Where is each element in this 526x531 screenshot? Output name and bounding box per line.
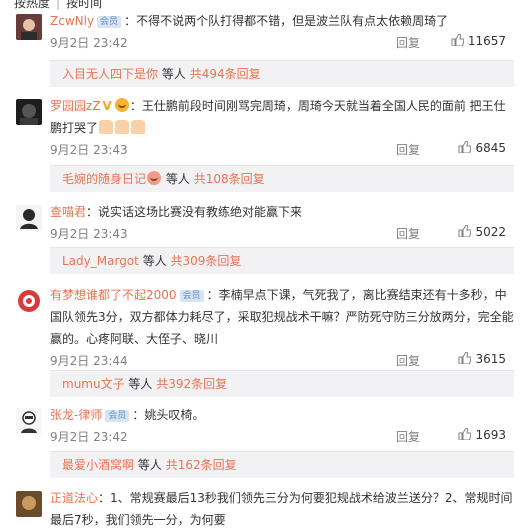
- vip-badge-icon: 会员: [97, 16, 122, 28]
- sub-reply-mid: 等人: [142, 254, 167, 268]
- sub-reply-count[interactable]: 共108条回复: [194, 172, 265, 186]
- vip-badge-icon: 会员: [179, 290, 204, 302]
- thumbs-up-icon: [458, 141, 472, 153]
- like-count: 5022: [475, 225, 506, 239]
- comment-time: 9月2日 23:43: [50, 143, 128, 157]
- sort-tabs: 按热度 | 按时间: [14, 0, 102, 10]
- comment-username[interactable]: 罗园园zZ: [50, 99, 101, 113]
- thumbs-up-icon: [458, 225, 472, 237]
- comment-content: ：姚头叹椅。: [132, 408, 205, 422]
- sub-reply-mid: 等人: [161, 67, 186, 81]
- comment-text: ZcwNly 会员 ：不得不说两个队打得都不错，但是波兰队有点太依赖周琦了: [50, 10, 516, 32]
- sub-replies[interactable]: mumu文子 等人 共392条回复: [50, 370, 514, 397]
- sub-reply-user[interactable]: Lady_Margot: [62, 254, 139, 268]
- reply-button[interactable]: 回复: [396, 428, 420, 445]
- like-count: 11657: [467, 34, 506, 48]
- comment-text: 张龙-律师 会员 ：姚头叹椅。: [50, 404, 516, 426]
- sort-time-tab[interactable]: 按时间: [66, 0, 102, 10]
- avatar[interactable]: [16, 99, 42, 125]
- verified-icon: V: [102, 99, 112, 113]
- sub-reply-count[interactable]: 共162条回复: [166, 458, 237, 472]
- sub-reply-user[interactable]: 毛婉的随身日记: [62, 172, 146, 186]
- avatar[interactable]: [16, 14, 42, 40]
- comment-username[interactable]: 张龙-律师: [50, 408, 102, 422]
- like-button[interactable]: 6845: [458, 141, 506, 155]
- like-button[interactable]: 11657: [451, 34, 506, 48]
- vip-badge-icon: 会员: [105, 410, 130, 422]
- comment-username[interactable]: ZcwNly: [50, 14, 94, 28]
- comment-text: 有梦想谁都了不起2000 会员 ：李楠早点下课，气死我了，离比赛结束还有十多秒，中国…: [50, 284, 516, 350]
- comment-meta: 9月2日 23:44 回复 3615: [50, 350, 516, 372]
- comment-username[interactable]: 有梦想谁都了不起2000: [50, 288, 177, 302]
- emoji-icon: [114, 98, 129, 112]
- comment-text: 罗园园zZ V ：王仕鹏前段时间刚骂完周琦，周琦今天就当着全国人民的面前 把王仕鹏打…: [50, 95, 516, 139]
- reply-button[interactable]: 回复: [396, 225, 420, 242]
- comment-time: 9月2日 23:42: [50, 430, 128, 444]
- reply-button[interactable]: 回复: [396, 141, 420, 158]
- avatar[interactable]: [16, 491, 42, 517]
- sub-replies[interactable]: 毛婉的随身日记 等人 共108条回复: [50, 165, 514, 192]
- like-button[interactable]: 3615: [458, 352, 506, 366]
- comment-meta: 9月2日 23:42 回复 1693: [50, 426, 516, 448]
- comment-username[interactable]: 正道法心: [50, 491, 98, 505]
- sub-reply-mid: 等人: [165, 172, 190, 186]
- sub-reply-mid: 等人: [128, 377, 153, 391]
- like-count: 6845: [475, 141, 506, 155]
- sub-replies[interactable]: 入目无人四下是你 等人 共494条回复: [50, 60, 514, 87]
- clap-emoji-icon: [99, 120, 114, 134]
- thumbs-up-icon: [451, 34, 464, 46]
- comment-content: ：不得不说两个队打得都不错，但是波兰队有点太依赖周琦了: [124, 14, 449, 28]
- like-count: 1693: [475, 428, 506, 442]
- comment-username[interactable]: 查喵君: [50, 205, 86, 219]
- reply-button[interactable]: 回复: [396, 352, 420, 369]
- sort-hot-tab[interactable]: 按热度: [14, 0, 50, 10]
- comment-content: ：1、常规赛最后13秒我们领先三分为何要犯规战术给波兰送分？2、常规时间最后7秒…: [50, 491, 513, 527]
- like-button[interactable]: 5022: [458, 225, 506, 239]
- comment-time: 9月2日 23:43: [50, 227, 128, 241]
- emoji-icon: [147, 171, 162, 185]
- comment-meta: 9月2日 23:43 回复 6845: [50, 139, 516, 161]
- sub-replies[interactable]: Lady_Margot 等人 共309条回复: [50, 247, 514, 274]
- sub-reply-user[interactable]: mumu文子: [62, 377, 125, 391]
- clap-emoji-icon: [115, 120, 130, 134]
- like-button[interactable]: 1693: [458, 428, 506, 442]
- sub-reply-count[interactable]: 共494条回复: [190, 67, 261, 81]
- avatar[interactable]: [16, 288, 42, 314]
- sub-replies[interactable]: 最爱小酒窝啊 等人 共162条回复: [50, 451, 514, 478]
- comment-meta: 9月2日 23:42 回复 11657: [50, 32, 516, 54]
- avatar[interactable]: [16, 408, 42, 434]
- comment-text: 查喵君：说实话这场比赛没有教练绝对能赢下来: [50, 201, 516, 223]
- sub-reply-count[interactable]: 共392条回复: [156, 377, 227, 391]
- avatar[interactable]: [16, 205, 42, 231]
- sub-reply-user[interactable]: 最爱小酒窝啊: [62, 458, 134, 472]
- sub-reply-mid: 等人: [137, 458, 162, 472]
- sub-reply-count[interactable]: 共309条回复: [171, 254, 242, 268]
- comment-meta: 9月2日 23:43 回复 5022: [50, 223, 516, 245]
- comment-content: ：说实话这场比赛没有教练绝对能赢下来: [86, 205, 303, 219]
- clap-emoji-icon: [131, 120, 146, 134]
- comment-text: 正道法心：1、常规赛最后13秒我们领先三分为何要犯规战术给波兰送分？2、常规时间…: [50, 487, 516, 531]
- comment-time: 9月2日 23:44: [50, 354, 128, 368]
- thumbs-up-icon: [458, 428, 472, 440]
- like-count: 3615: [475, 352, 506, 366]
- comment-time: 9月2日 23:42: [50, 36, 128, 50]
- reply-button[interactable]: 回复: [396, 34, 420, 51]
- thumbs-up-icon: [458, 352, 472, 364]
- sub-reply-user[interactable]: 入目无人四下是你: [62, 67, 158, 81]
